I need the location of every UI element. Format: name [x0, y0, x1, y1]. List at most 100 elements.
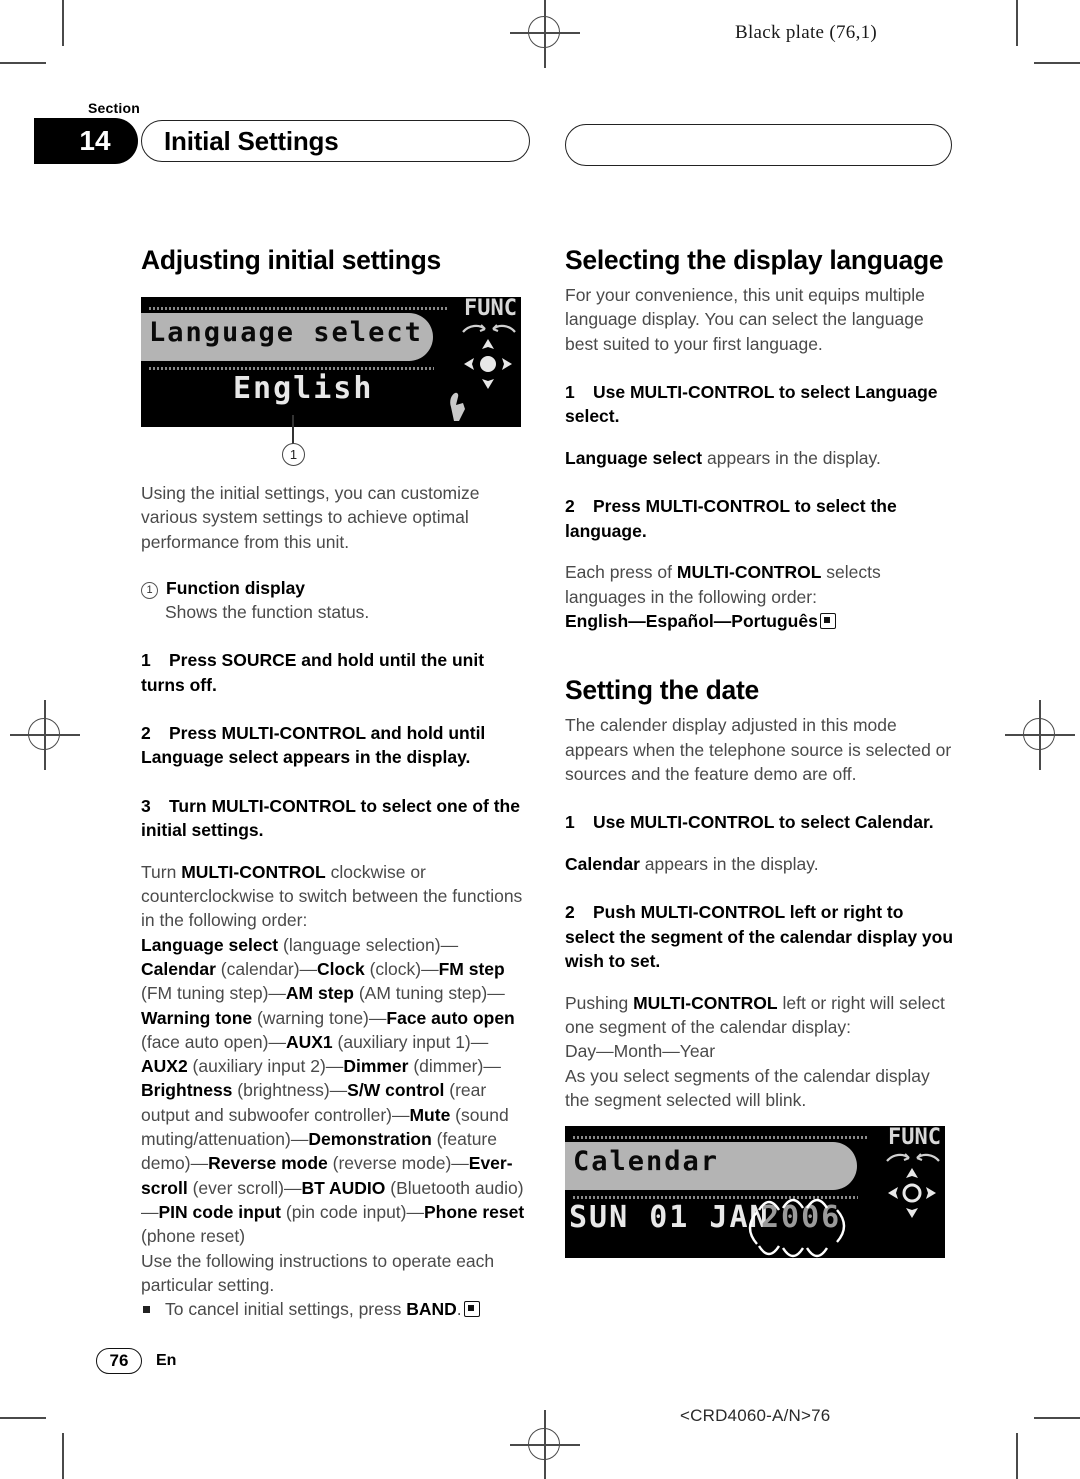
callout-number-badge: 1	[141, 581, 158, 599]
note-bold: BAND	[406, 1299, 457, 1320]
language-step-1-text: Use MULTI-CONTROL to select Language sel…	[565, 381, 938, 427]
section-number-badge: 14	[34, 118, 138, 164]
callout-description: Shows the function status.	[165, 602, 370, 623]
language-step-2-number: 2	[565, 496, 575, 517]
step-3-number: 3	[141, 795, 151, 816]
lcd-blink-text-year: 2006	[761, 1200, 842, 1236]
order-item-name: Brightness	[141, 1080, 233, 1101]
registration-mark-top-center	[510, 0, 580, 68]
cancel-note: To cancel initial settings, press BAND.	[141, 1297, 531, 1321]
plate-label: Black plate (76,1)	[735, 22, 878, 43]
date-step-2-text: Push MULTI-CONTROL left or right to sele…	[565, 902, 954, 971]
page-title: Initial Settings	[164, 125, 339, 156]
order-item-description: (auxiliary input 2)—	[187, 1056, 344, 1077]
order-item-name: Reverse mode	[208, 1153, 328, 1174]
order-item-name: Mute	[409, 1104, 451, 1125]
date-step-2: 2 Push MULTI-CONTROL left or right to sel…	[565, 900, 955, 973]
lcd-dot-rail-top-calendar	[573, 1136, 868, 1140]
date-step-2-sub-bold: MULTI-CONTROL	[633, 992, 778, 1013]
date-step-1-number: 1	[565, 812, 575, 833]
step-2-text: Press MULTI-CONTROL and hold until Langu…	[141, 723, 486, 768]
end-of-section-icon	[463, 1301, 480, 1318]
heading-setting-the-date: Setting the date	[565, 675, 759, 706]
heading-selecting-display-language: Selecting the display language	[565, 245, 944, 275]
date-step-2-sub: Pushing MULTI-CONTROL left or right will…	[565, 991, 955, 1040]
step-2: 2 Press MULTI-CONTROL and hold until Lang…	[141, 721, 531, 770]
date-step-2-number: 2	[565, 902, 575, 923]
date-intro-paragraph: The calender display adjusted in this mo…	[565, 715, 952, 784]
date-step-2-sub-3: As you select segments of the calendar d…	[565, 1065, 930, 1110]
callout-label: Function display	[166, 577, 306, 598]
crop-mark-top-right-horizontal	[1034, 62, 1080, 64]
crop-mark-bottom-right-vertical	[1016, 1433, 1018, 1479]
language-step-1-number: 1	[565, 381, 575, 402]
page-language-code: En	[156, 1352, 177, 1369]
crop-mark-top-left-horizontal	[0, 62, 46, 64]
crop-mark-bottom-left-horizontal	[0, 1417, 46, 1419]
lcd-dot-rail-bottom	[149, 367, 434, 370]
order-item-description: (clock)—	[364, 958, 439, 979]
language-order-text: English—Español—Português	[565, 610, 818, 631]
order-item-description: (language selection)—	[278, 934, 459, 955]
function-order-intro: Turn MULTI-CONTROL clockwise or counterc…	[141, 860, 531, 933]
order-item-name: Language select	[141, 934, 279, 955]
lcd-dot-rail-bottom-calendar	[573, 1196, 858, 1200]
left-column: Adjusting initial settings Language sele…	[141, 245, 531, 1321]
language-step-2-sub-1: Each press of	[565, 562, 677, 583]
order-item-name: Calendar	[141, 958, 216, 979]
order-item-name: Phone reset	[424, 1201, 525, 1222]
language-order-line: English—Español—Português	[565, 609, 955, 633]
order-item-description: (phone reset)	[141, 1226, 246, 1247]
date-step-2-sub-1: Pushing	[565, 992, 634, 1013]
order-item-description: (FM tuning step)—	[141, 983, 286, 1004]
step-1: 1 Press SOURCE and hold until the unit tu…	[141, 648, 531, 697]
registration-mark-bottom-center	[510, 1410, 580, 1479]
order-item-name: BT AUDIO	[301, 1177, 386, 1198]
crop-mark-top-left-vertical	[62, 0, 64, 46]
order-item-name: PIN code input	[158, 1201, 282, 1222]
step-1-text: Press SOURCE and hold until the unit tur…	[141, 650, 485, 695]
function-order-list: Language select (language selection)— Cal…	[141, 933, 531, 1249]
manual-page: Black plate (76,1) Section 14 Initial Se…	[0, 0, 1080, 1479]
function-order-outro: Use the following instructions to operat…	[141, 1250, 495, 1295]
language-step-2: 2 Press MULTI-CONTROL to select the langu…	[565, 494, 955, 543]
order-intro-bold: MULTI-CONTROL	[181, 861, 326, 882]
order-item-description: (warning tone)—	[252, 1007, 387, 1028]
order-item-name: Face auto open	[386, 1007, 515, 1028]
part-number: <CRD4060-A/N>76	[680, 1406, 831, 1425]
step-3-text: Turn MULTI-CONTROL to select one of the …	[141, 795, 520, 840]
end-of-section-icon-language	[819, 612, 836, 629]
note-text-1: To cancel initial settings, press	[165, 1299, 407, 1320]
right-column: Selecting the display language For your …	[565, 245, 955, 1266]
crop-mark-bottom-left-vertical	[62, 1433, 64, 1479]
order-intro-part1: Turn	[141, 861, 182, 882]
language-step-2-text: Press MULTI-CONTROL to select the langua…	[565, 496, 897, 541]
order-item-description: (auxiliary input 1)—	[332, 1031, 489, 1052]
callout-function-display: 1 Function display Shows the function sta…	[141, 576, 531, 625]
date-step-1: 1 Use MULTI-CONTROL to select Calendar.	[565, 810, 955, 834]
section-title-pill-right	[565, 124, 952, 166]
date-step-1-sub-plain: appears in the display.	[639, 853, 819, 874]
order-item-description: (dimmer)—	[408, 1056, 501, 1077]
date-step-1-text: Use MULTI-CONTROL to select Calendar.	[593, 812, 934, 833]
registration-mark-left-middle	[10, 700, 80, 770]
language-step-1-sub: Language select appears in the display.	[565, 446, 955, 470]
order-item-name: AUX1	[285, 1031, 333, 1052]
order-item-name: AM step	[285, 983, 354, 1004]
order-item-description: (ever scroll)—	[187, 1177, 302, 1198]
segment-order-line: Day—Month—Year	[565, 1041, 716, 1062]
crop-mark-bottom-right-horizontal	[1034, 1417, 1080, 1419]
order-item-name: AUX2	[141, 1056, 188, 1077]
language-step-1-sub-bold: Language select	[565, 447, 703, 468]
order-item-name: Clock	[317, 958, 365, 979]
date-step-1-sub-bold: Calendar	[565, 853, 640, 874]
lcd-pill-text-calendar: Calendar	[573, 1146, 720, 1178]
order-item-name: Warning tone	[141, 1007, 253, 1028]
heading-adjusting-initial-settings: Adjusting initial settings	[141, 245, 441, 275]
lcd-func-label: FUNC	[464, 297, 517, 321]
order-item-name: FM step	[438, 958, 505, 979]
lcd-display-language-select: Language select English FUNC	[141, 297, 521, 427]
intro-paragraph: Using the initial settings, you can cust…	[141, 483, 480, 552]
lcd-func-label-calendar: FUNC	[888, 1126, 941, 1151]
lcd-display-calendar: Calendar SUN 01 JAN 2006 FUNC	[565, 1126, 945, 1259]
